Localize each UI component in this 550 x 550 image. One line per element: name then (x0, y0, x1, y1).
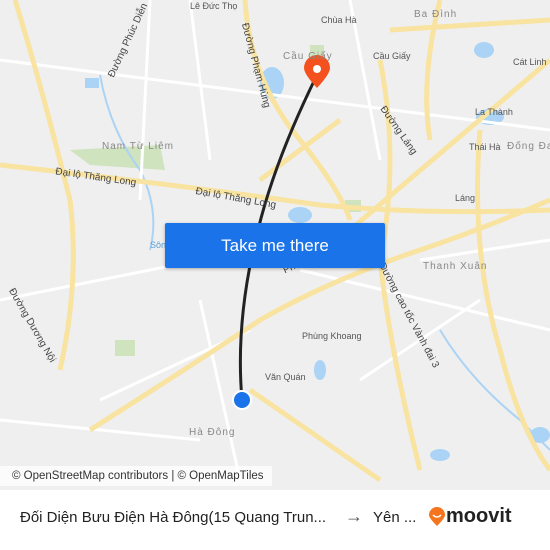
label-song: Sôn (150, 240, 167, 250)
origin-marker[interactable] (232, 390, 252, 410)
destination-name: Yên ... (373, 509, 417, 526)
label-dong-da: Đống Đa (507, 141, 550, 152)
moovit-logo-text: moovit (446, 505, 512, 527)
label-ha-dong: Hà Đông (189, 427, 236, 438)
origin-stop-name: Đối Diện Bưu Điện Hà Đông(15 Quang Trun.… (20, 509, 327, 526)
footer: Đối Diện Bưu Điện Hà Đông(15 Quang Trun.… (0, 490, 550, 550)
label-phung-khoang: Phùng Khoang (302, 331, 362, 341)
label-cau-giay-area: Cầu Giấy (283, 51, 333, 62)
label-nam-tu-liem: Nam Từ Liêm (102, 141, 174, 152)
take-me-there-button[interactable]: Take me there (165, 223, 385, 268)
label-la-thanh: La Thành (475, 107, 513, 117)
arrow-right-icon: → (345, 506, 363, 526)
map-attribution[interactable]: © OpenStreetMap contributors | © OpenMap… (0, 466, 272, 486)
label-le-duc-tho: Lê Đức Thọ (190, 1, 238, 11)
moovit-logo: moovit (428, 505, 512, 528)
moovit-pin-icon (429, 506, 445, 526)
label-chua-ha: Chùa Hà (321, 15, 357, 25)
label-cau-giay: Cầu Giấy (373, 51, 411, 61)
label-thai-ha: Thái Hà (469, 142, 501, 152)
label-lang: Láng (455, 193, 476, 203)
map[interactable]: Lê Đức Thọ Chùa Hà Ba Đình Cầu Giấy Cầu … (0, 0, 550, 490)
label-thanh-xuan: Thanh Xuân (423, 261, 488, 272)
label-cat-linh: Cát Linh (513, 57, 547, 67)
label-ba-dinh: Ba Đình (414, 9, 458, 20)
label-van-quan: Văn Quán (265, 372, 306, 382)
